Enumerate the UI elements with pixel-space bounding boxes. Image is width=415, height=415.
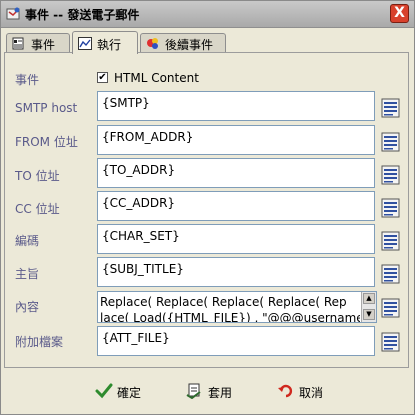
- tab-execute[interactable]: 執行: [72, 31, 138, 54]
- smtp-host-field[interactable]: {SMTP}: [97, 91, 375, 121]
- tab-event[interactable]: 事件: [6, 33, 70, 53]
- content-label: 內容: [15, 300, 40, 314]
- subject-browse-icon[interactable]: [381, 264, 400, 284]
- tab-execute-label: 執行: [97, 38, 122, 52]
- execute-icon: [78, 37, 92, 50]
- tab-next-event-label: 後續事件: [165, 38, 214, 52]
- window-title: 事件 -- 發送電子郵件: [25, 8, 140, 22]
- charset-label: 編碼: [15, 234, 40, 248]
- cancel-button[interactable]: 取消: [277, 379, 337, 403]
- event-icon: [12, 37, 24, 50]
- cc-address-label: CC 位址: [15, 202, 60, 216]
- html-content-checkbox[interactable]: ✔: [97, 72, 108, 83]
- apply-button-label: 套用: [208, 386, 233, 400]
- undo-icon: [278, 384, 293, 398]
- event-label: 事件: [15, 73, 40, 87]
- html-content-label: HTML Content: [114, 71, 199, 85]
- apply-icon: [186, 383, 201, 399]
- ok-button[interactable]: 確定: [95, 379, 155, 403]
- cc-address-browse-icon[interactable]: [381, 198, 400, 218]
- scroll-down-icon[interactable]: ▼: [363, 309, 375, 320]
- cc-address-field[interactable]: {CC_ADDR}: [97, 191, 375, 221]
- content-line-2: lace( Load({HTML_FILE}) , "@@@username@: [100, 311, 360, 323]
- to-address-field[interactable]: {TO_ADDR}: [97, 158, 375, 188]
- charset-browse-icon[interactable]: [381, 231, 400, 251]
- title-bar[interactable]: 事件 -- 發送電子郵件 X: [1, 1, 414, 28]
- attachment-label: 附加檔案: [15, 335, 64, 349]
- attachment-field[interactable]: {ATT_FILE}: [97, 326, 375, 356]
- to-address-browse-icon[interactable]: [381, 165, 400, 185]
- attachment-browse-icon[interactable]: [381, 332, 400, 352]
- scroll-up-icon[interactable]: ▲: [363, 293, 375, 304]
- subject-field[interactable]: {SUBJ_TITLE}: [97, 257, 375, 287]
- from-address-browse-icon[interactable]: [381, 132, 400, 152]
- close-button[interactable]: X: [390, 4, 409, 23]
- checkmark-icon: [95, 383, 113, 399]
- content-browse-icon[interactable]: [381, 298, 400, 318]
- smtp-host-label: SMTP host: [15, 101, 78, 115]
- from-address-label: FROM 位址: [15, 135, 78, 149]
- from-address-field[interactable]: {FROM_ADDR}: [97, 125, 375, 155]
- dialog-window: 事件 -- 發送電子郵件 X 事件 執行 後續事件 事件 ✔ HTML Cont…: [0, 0, 415, 415]
- next-event-icon: [147, 38, 158, 49]
- tab-next-event[interactable]: 後續事件: [140, 33, 226, 53]
- smtp-host-browse-icon[interactable]: [381, 98, 400, 118]
- to-address-label: TO 位址: [15, 169, 60, 183]
- cancel-button-label: 取消: [299, 386, 324, 400]
- ok-button-label: 確定: [117, 386, 142, 400]
- tab-event-label: 事件: [31, 38, 56, 52]
- charset-field[interactable]: {CHAR_SET}: [97, 224, 375, 254]
- content-textarea[interactable]: Replace( Replace( Replace( Replace( Rep …: [97, 291, 377, 323]
- content-line-1: Replace( Replace( Replace( Replace( Rep: [100, 295, 347, 309]
- subject-label: 主旨: [15, 267, 40, 281]
- apply-button[interactable]: 套用: [186, 379, 246, 403]
- content-scrollbar[interactable]: ▲ ▼: [361, 292, 376, 322]
- app-icon: [6, 7, 20, 20]
